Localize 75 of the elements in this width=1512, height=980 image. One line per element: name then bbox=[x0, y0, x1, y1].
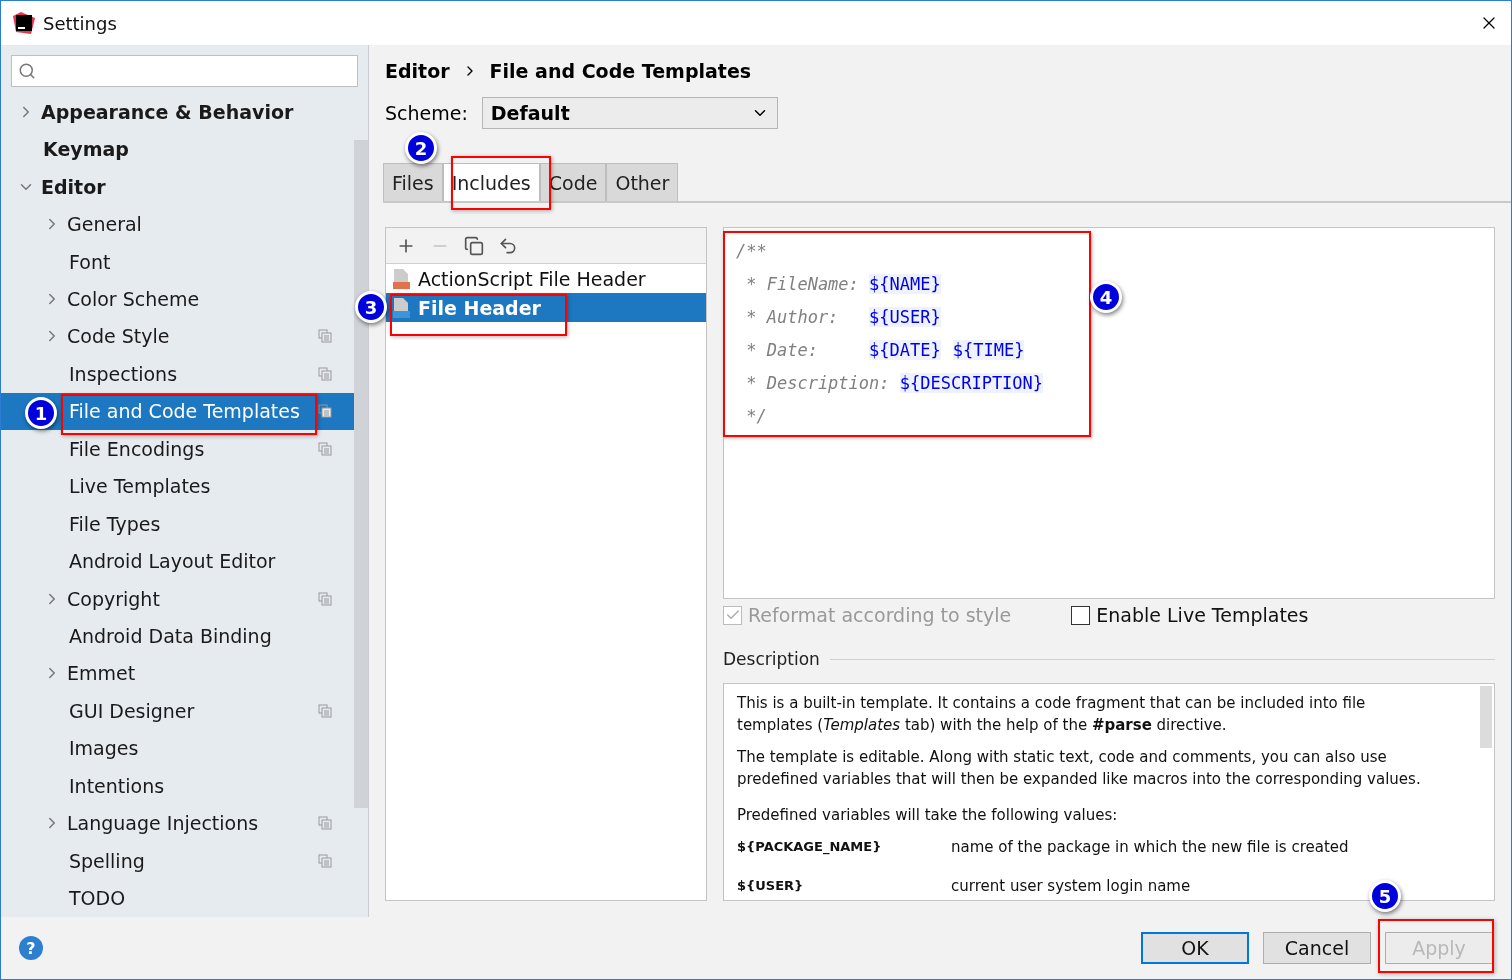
breadcrumb-item[interactable]: Editor bbox=[385, 60, 450, 82]
description-text: Predefined variables will take the following values: bbox=[737, 805, 1119, 826]
tree-item[interactable]: Code Style bbox=[1, 317, 354, 356]
scrollbar[interactable] bbox=[354, 140, 368, 808]
template-variable: ${USER} bbox=[869, 306, 941, 327]
description-text: This is a built-in template. It contains a code fragment that can be included into file templates (Templates tab) with the help of the #parse directive. bbox=[737, 693, 1367, 736]
file-type-icon bbox=[392, 267, 412, 290]
tree-item[interactable]: TODO bbox=[1, 879, 354, 917]
tree-item[interactable]: Intentions bbox=[1, 767, 354, 805]
tree-item[interactable]: Copyright bbox=[1, 579, 354, 618]
template-variable: ${TIME} bbox=[952, 339, 1025, 360]
tree-item[interactable]: Emmet bbox=[1, 654, 354, 693]
tree-item[interactable]: Images bbox=[1, 729, 354, 768]
variable-meaning: name of the package in which the new file is created bbox=[951, 837, 1349, 858]
section-title: Description bbox=[723, 649, 820, 669]
tree-item[interactable]: Appearance & Behavior bbox=[1, 92, 354, 131]
project-icon bbox=[318, 703, 332, 718]
tree-item[interactable]: Inspections bbox=[1, 355, 354, 393]
dialog-button[interactable]: Cancel bbox=[1263, 932, 1371, 964]
project-icon bbox=[318, 816, 332, 831]
tree-item[interactable]: File Encodings bbox=[1, 430, 354, 468]
project-icon bbox=[318, 366, 332, 381]
help-icon[interactable]: ? bbox=[19, 936, 43, 960]
template-variable: ${NAME} bbox=[869, 273, 941, 294]
tree-item[interactable]: GUI Designer bbox=[1, 692, 354, 730]
project-icon bbox=[318, 853, 332, 868]
tab[interactable]: Other bbox=[606, 163, 679, 201]
code-comment: * Date: bbox=[745, 339, 819, 360]
breadcrumb-item[interactable]: File and Code Templates bbox=[489, 60, 752, 82]
search-field[interactable] bbox=[11, 55, 358, 87]
search-icon bbox=[18, 62, 36, 80]
code-comment: * Author: bbox=[745, 306, 840, 327]
tree-item[interactable]: Font bbox=[1, 242, 354, 281]
tree-item[interactable]: Keymap bbox=[1, 130, 354, 168]
template-variable: ${DATE} bbox=[869, 339, 941, 360]
variable-meaning: current user system login name bbox=[951, 876, 1191, 897]
code-comment: * FileName: bbox=[745, 273, 860, 294]
tree-item[interactable]: Language Injections bbox=[1, 804, 354, 843]
scrollbar[interactable] bbox=[1480, 686, 1492, 748]
template-variable: ${DESCRIPTION} bbox=[899, 372, 1044, 393]
file-type-icon bbox=[392, 296, 412, 319]
project-icon bbox=[318, 441, 332, 456]
template-item[interactable]: File Header bbox=[386, 293, 706, 322]
tab[interactable]: Files bbox=[383, 163, 443, 201]
checkbox-label: Enable Live Templates bbox=[1096, 604, 1309, 626]
undo-icon[interactable] bbox=[498, 235, 518, 256]
tree-item[interactable]: Android Layout Editor bbox=[1, 542, 354, 580]
tab[interactable]: Code bbox=[539, 163, 607, 201]
step-badge: 2 bbox=[405, 132, 437, 164]
project-icon bbox=[318, 591, 332, 606]
tree-item[interactable]: Spelling bbox=[1, 842, 354, 880]
tree-item[interactable]: Editor bbox=[1, 167, 354, 206]
tree-item[interactable]: General bbox=[1, 205, 354, 243]
dialog-button[interactable]: OK bbox=[1141, 932, 1249, 964]
step-badge: 5 bbox=[1369, 880, 1401, 912]
app-logo bbox=[13, 12, 35, 34]
checkbox[interactable] bbox=[1071, 605, 1091, 625]
code-comment: */ bbox=[745, 405, 767, 426]
window-title: Settings bbox=[43, 12, 118, 34]
code-comment: * Description: bbox=[745, 372, 891, 393]
checkbox-label: Reformat according to style bbox=[748, 604, 1012, 626]
tree-item[interactable]: Color Scheme bbox=[1, 280, 354, 318]
copy-icon[interactable] bbox=[464, 235, 484, 256]
project-icon bbox=[318, 329, 332, 344]
tree-item[interactable]: Android Data Binding bbox=[1, 617, 354, 655]
scheme-label: Scheme: bbox=[385, 102, 468, 124]
tree-item[interactable]: File Types bbox=[1, 504, 354, 543]
variable-name: ${USER} bbox=[737, 877, 805, 895]
variable-name: ${PACKAGE_NAME} bbox=[737, 838, 883, 857]
scheme-dropdown[interactable]: Default bbox=[481, 97, 778, 129]
tab[interactable]: Includes bbox=[442, 163, 540, 201]
project-icon bbox=[318, 404, 332, 419]
code-comment: /** bbox=[736, 240, 767, 261]
description-text: The template is editable. Along with static text, code and comments, you can also use predefined variables that will then be expanded like macros into the corresponding values. bbox=[737, 747, 1422, 790]
tree-item[interactable]: Live Templates bbox=[1, 467, 354, 505]
